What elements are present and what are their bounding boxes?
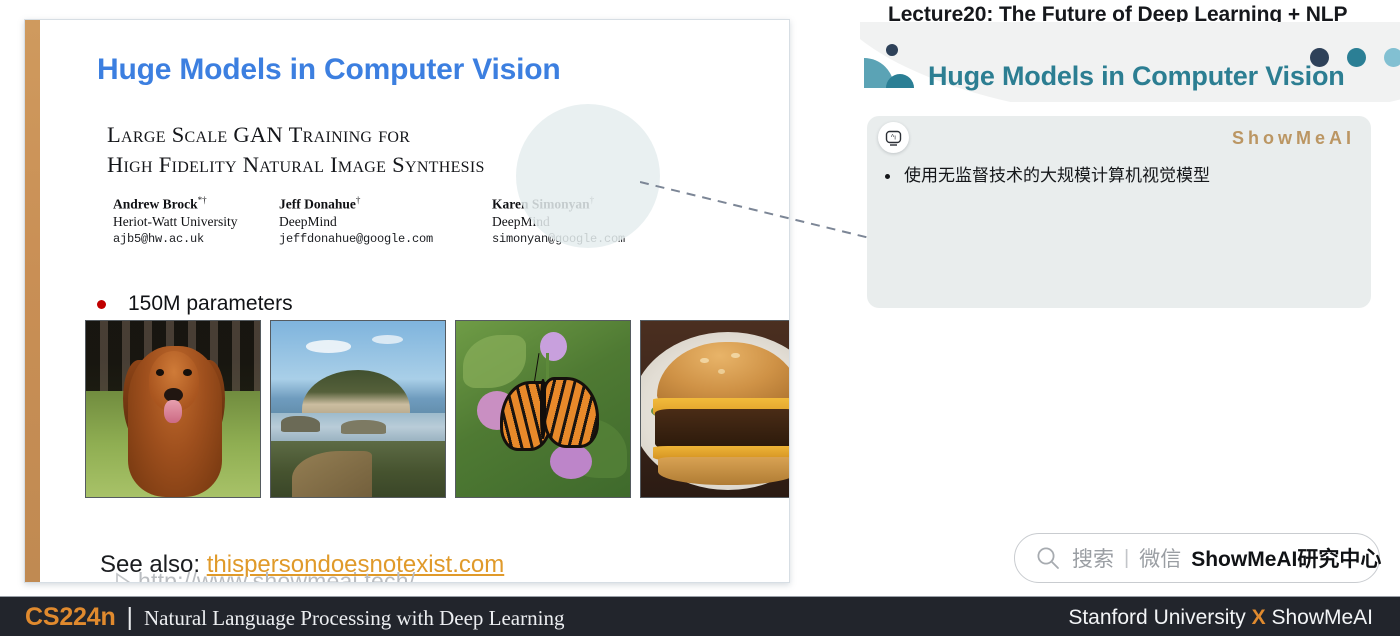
author-affiliation-marker: † [355,195,361,205]
author-affiliation: DeepMind [279,213,337,229]
slide-content: Huge Models in Computer Vision Large Sca… [40,20,789,582]
paper-title: Large Scale GAN Training for High Fideli… [107,122,485,177]
highlight-circle [516,104,660,248]
slide-accent-bar [25,20,40,582]
search-bar[interactable]: 搜索 | 微信 ShowMeAI研究中心 [1014,533,1382,583]
burger-sample-image [640,320,789,498]
credit-left: Stanford University [1068,606,1246,629]
dog-sample-image [85,320,261,498]
note-bullet-list: 使用无监督技术的大规模计算机视觉模型 [885,164,1357,197]
author-email: jeffdonahue@google.com [279,231,434,246]
credit-x: X [1251,606,1266,629]
credit-line: Stanford University X ShowMeAI [1068,606,1373,630]
wechat-label: 微信 [1139,548,1182,571]
showmeai-logo-icon [864,44,914,88]
dot-icon-1 [1310,48,1329,67]
sample-image-row [85,320,789,498]
course-identity: CS224n | Natural Language Processing wit… [25,603,564,632]
slide-bullet-label: 150M parameters [128,292,293,315]
slide-viewer-root: Huge Models in Computer Vision Large Sca… [0,0,1400,636]
bullet-dot-icon [885,174,890,179]
author-name: Jeff Donahue† [279,195,361,212]
note-card: ^ı ShowMeAI 使用无监督技术的大规模计算机视觉模型 [867,116,1371,308]
showmeai-watermark: ShowMeAI [1231,128,1355,148]
credit-right: ShowMeAI [1271,606,1373,629]
dot-icon-2 [1347,48,1366,67]
bullet-dot-icon [97,299,106,309]
decorative-dots [1310,48,1400,67]
bottom-bar: CS224n | Natural Language Processing wit… [0,596,1400,636]
butterfly-sample-image [455,320,631,498]
dot-icon-3 [1384,48,1400,67]
course-code: CS224n [25,603,116,631]
search-separator: | [1124,546,1130,569]
slide-card: Huge Models in Computer Vision Large Sca… [24,19,790,583]
course-name: Natural Language Processing with Deep Le… [144,606,565,630]
slide-title: Huge Models in Computer Vision [97,53,561,86]
ai-robot-icon: ^ı [878,122,909,153]
svg-text:^ı: ^ı [891,134,896,141]
author-affiliation: Heriot-Watt University [113,213,238,229]
search-icon [1037,547,1059,569]
list-item: 使用无监督技术的大规模计算机视觉模型 [885,164,1357,189]
search-label: 搜索 [1072,548,1114,571]
course-divider: | [126,603,134,631]
annotation-connector-line [640,181,879,241]
author-entry: Jeff Donahue† DeepMind jeffdonahue@googl… [279,195,433,246]
author-entry: Andrew Brock*† Heriot-Watt University aj… [113,195,238,246]
author-name: Andrew Brock*† [113,195,207,212]
watermark-url: http://www.showmeai.tech/ [138,568,416,583]
coastline-sample-image [270,320,446,498]
note-bullet-text: 使用无监督技术的大规模计算机视觉模型 [904,166,1210,185]
search-brand-label: ShowMeAI研究中心 [1191,548,1382,571]
author-affiliation-marker: *† [197,195,207,205]
panel-title: Huge Models in Computer Vision [928,61,1345,91]
slide-bullet: 150M parameters [97,292,293,316]
author-email: ajb5@hw.ac.uk [113,231,205,246]
